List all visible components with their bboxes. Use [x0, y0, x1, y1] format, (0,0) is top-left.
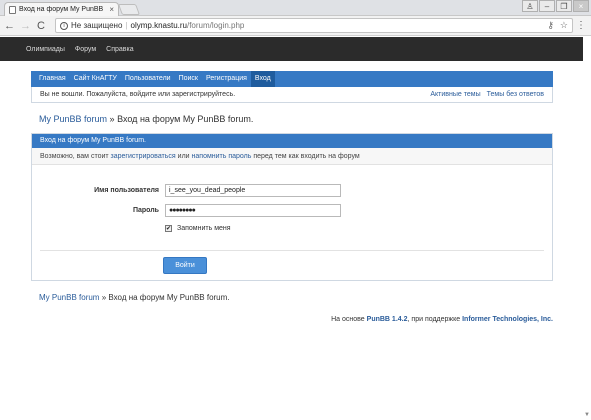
address-bar[interactable]: i Не защищено | olymp.knastu.ru/forum/lo…: [55, 18, 573, 33]
forward-icon[interactable]: →: [20, 20, 31, 32]
url-path: /forum/login.php: [186, 21, 245, 30]
breadcrumb-home-link[interactable]: My PunBB forum: [39, 114, 107, 124]
username-label: Имя пользователя: [94, 187, 159, 194]
breadcrumb-bottom: My PunBB forum » Вход на форум My PunBB …: [39, 293, 230, 302]
tab-strip: Вход на форум My PunBB × ♙ – ❐ ×: [0, 0, 591, 16]
forum-nav-home[interactable]: Главная: [35, 71, 70, 87]
username-row: Имя пользователя i_see_you_dead_people: [39, 184, 341, 197]
forum-nav-register[interactable]: Регистрация: [202, 71, 251, 87]
browser-menu-icon[interactable]: ⋮: [576, 20, 586, 31]
forum-nav-users[interactable]: Пользователи: [121, 71, 175, 87]
site-nav-forum[interactable]: Форум: [75, 46, 96, 53]
password-input[interactable]: ●●●●●●●●: [165, 204, 341, 217]
intro-text-after: перед тем как входить на форум: [253, 153, 360, 160]
login-status-bar: Вы не вошли. Пожалуйста, войдите или зар…: [31, 87, 553, 103]
login-submit-button[interactable]: Войти: [163, 257, 207, 274]
new-tab-button[interactable]: [117, 4, 141, 15]
forum-nav-login[interactable]: Вход: [250, 71, 275, 87]
bookmark-star-icon[interactable]: ☆: [560, 20, 568, 31]
remember-row: ✔ Запомнить меня: [165, 225, 231, 232]
minimize-button[interactable]: –: [539, 0, 555, 12]
profile-icon[interactable]: ♙: [522, 0, 538, 12]
punbb-link[interactable]: PunBB 1.4.2: [367, 316, 408, 323]
site-nav-help[interactable]: Справка: [106, 46, 133, 53]
close-window-button[interactable]: ×: [573, 0, 589, 12]
breadcrumb-bottom-current: Вход на форум My PunBB forum.: [108, 293, 230, 302]
reload-icon[interactable]: C: [36, 20, 46, 32]
remember-checkbox[interactable]: ✔: [165, 225, 172, 232]
browser-tab[interactable]: Вход на форум My PunBB ×: [4, 2, 119, 16]
breadcrumb-separator: »: [109, 114, 115, 124]
window-controls: ♙ – ❐ ×: [522, 0, 589, 12]
forgot-password-link[interactable]: напомнить пароль: [192, 153, 252, 160]
login-panel: Вход на форум My PunBB forum. Возможно, …: [31, 133, 553, 281]
forum-nav: Главная Сайт КнАГТУ Пользователи Поиск Р…: [31, 71, 553, 87]
page-icon: [9, 5, 16, 14]
username-input[interactable]: i_see_you_dead_people: [165, 184, 341, 197]
password-row: Пароль ●●●●●●●●: [39, 204, 341, 217]
scroll-down-icon[interactable]: ▼: [584, 412, 590, 418]
site-nav: Олимпиады Форум Справка: [0, 37, 591, 61]
key-icon[interactable]: ⚷: [547, 20, 554, 31]
footer-mid: , при поддержке: [407, 316, 461, 323]
maximize-button[interactable]: ❐: [556, 0, 572, 12]
login-intro: Возможно, вам стоит зарегистрироваться и…: [32, 148, 552, 165]
info-icon[interactable]: i: [60, 21, 68, 30]
url-separator: |: [125, 21, 128, 30]
login-panel-header: Вход на форум My PunBB forum.: [32, 134, 552, 148]
unanswered-topics-link[interactable]: Темы без ответов: [487, 91, 544, 98]
site-nav-olympiads[interactable]: Олимпиады: [26, 46, 65, 53]
page-scrollbar[interactable]: ▼: [583, 36, 591, 420]
back-icon[interactable]: ←: [4, 20, 15, 32]
breadcrumb: My PunBB forum » Вход на форум My PunBB …: [39, 114, 253, 124]
informer-link[interactable]: Informer Technologies, Inc.: [462, 316, 553, 323]
footer: На основе PunBB 1.4.2, при поддержке Inf…: [331, 316, 553, 323]
security-label[interactable]: Не защищено: [71, 21, 122, 30]
form-divider: [40, 250, 544, 251]
browser-toolbar: ← → C i Не защищено | olymp.knastu.ru/fo…: [0, 16, 591, 36]
tab-title: Вход на форум My PunBB: [19, 6, 104, 13]
password-label: Пароль: [132, 207, 159, 214]
remember-label[interactable]: Запомнить меня: [177, 225, 231, 232]
forum-nav-search[interactable]: Поиск: [175, 71, 202, 87]
breadcrumb-current: Вход на форум My PunBB forum.: [117, 114, 254, 124]
url-host: olymp.knastu.ru: [130, 21, 187, 30]
intro-text-mid: или: [177, 153, 190, 160]
register-link[interactable]: зарегистрироваться: [111, 153, 176, 160]
active-topics-link[interactable]: Активные темы: [430, 91, 480, 98]
intro-text-before: Возможно, вам стоит: [40, 153, 109, 160]
breadcrumb-bottom-home-link[interactable]: My PunBB forum: [39, 293, 99, 302]
breadcrumb-bottom-separator: »: [101, 293, 107, 302]
login-status-text: Вы не вошли. Пожалуйста, войдите или зар…: [40, 91, 236, 98]
forum-nav-site[interactable]: Сайт КнАГТУ: [70, 71, 121, 87]
footer-prefix: На основе: [331, 316, 365, 323]
tab-close-icon[interactable]: ×: [109, 5, 114, 14]
